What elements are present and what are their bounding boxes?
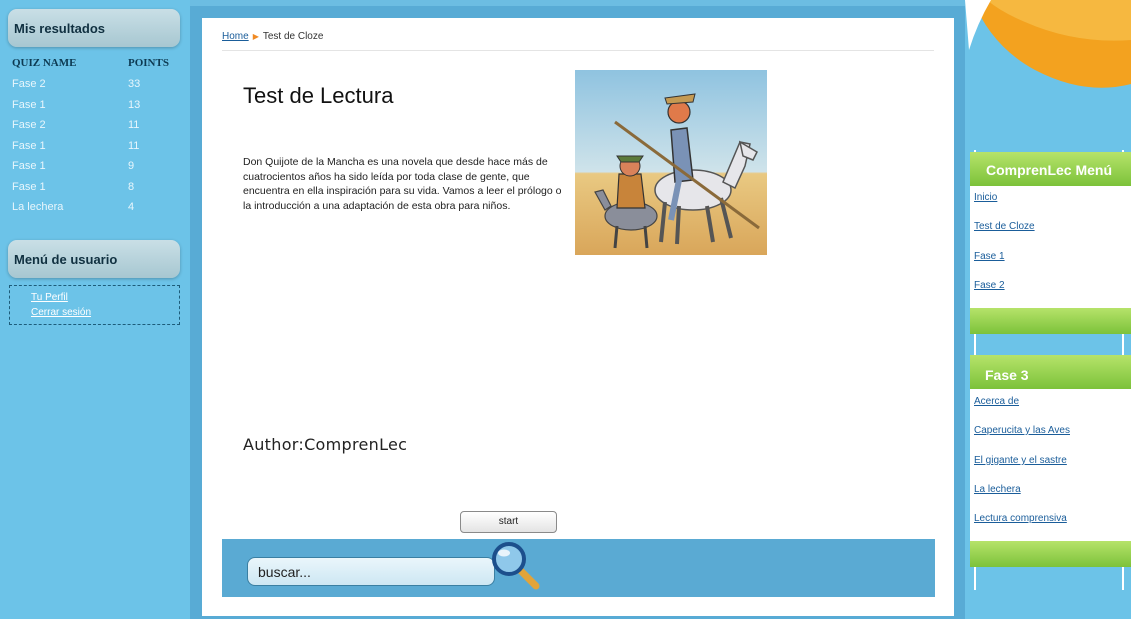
search-bar: buscar... [222, 539, 935, 597]
comprenlec-menu-title: ComprenLec Menú [970, 152, 1131, 186]
quiz-name-cell: Fase 1 [12, 180, 46, 193]
breadcrumb-divider [222, 50, 934, 51]
results-table: QUIZ NAME POINTS Fase 2 33 Fase 1 13 Fas… [12, 57, 177, 218]
breadcrumb: Home ▶ Test de Cloze [222, 31, 323, 42]
fase3-footer [970, 541, 1131, 567]
menu-item-acerca-de[interactable]: Acerca de [974, 396, 1019, 407]
table-row: Fase 1 9 [12, 156, 177, 177]
quiz-name-cell: La lechera [12, 201, 64, 214]
points-cell: 11 [128, 119, 140, 132]
points-header: POINTS [128, 57, 169, 69]
author-label: Author:ComprenLec [243, 435, 408, 454]
menu-item-lectura-comprensiva[interactable]: Lectura comprensiva [974, 513, 1067, 524]
table-row: Fase 2 33 [12, 74, 177, 95]
intro-text: Don Quijote de la Mancha es una novela q… [243, 156, 562, 212]
quiz-name-cell: Fase 2 [12, 78, 46, 91]
results-panel-title: Mis resultados [8, 9, 180, 47]
profile-link[interactable]: Tu Perfil [31, 290, 179, 305]
table-row: La lechera 4 [12, 197, 177, 218]
search-input[interactable]: buscar... [247, 557, 495, 586]
decorative-header-art [965, 0, 1131, 150]
quiz-name-header: QUIZ NAME [12, 57, 77, 69]
don-quijote-illustration [575, 70, 767, 255]
start-button[interactable]: start [460, 511, 557, 533]
user-menu-title: Menú de usuario [8, 240, 180, 278]
table-row: Fase 1 8 [12, 177, 177, 198]
quiz-name-cell: Fase 1 [12, 98, 46, 111]
search-icon[interactable] [490, 540, 542, 592]
quiz-name-cell: Fase 1 [12, 139, 46, 152]
breadcrumb-current: Test de Cloze [262, 31, 324, 42]
menu-item-inicio[interactable]: Inicio [974, 192, 997, 203]
quiz-name-cell: Fase 2 [12, 119, 46, 132]
menu-item-caperucita[interactable]: Caperucita y las Aves [974, 425, 1070, 436]
points-cell: 9 [128, 160, 135, 173]
comprenlec-menu-footer [970, 308, 1131, 334]
points-cell: 8 [128, 180, 135, 193]
table-row: Fase 2 11 [12, 115, 177, 136]
menu-item-test-de-cloze[interactable]: Test de Cloze [974, 221, 1035, 232]
menu-item-fase-1[interactable]: Fase 1 [974, 251, 1005, 262]
menu-item-el-gigante[interactable]: El gigante y el sastre [974, 455, 1067, 466]
table-row: Fase 1 13 [12, 95, 177, 116]
fase3-menu: Acerca de Caperucita y las Aves El gigan… [970, 389, 1131, 541]
breadcrumb-arrow-icon: ▶ [252, 32, 259, 41]
table-row: Fase 1 11 [12, 136, 177, 157]
user-menu: Tu Perfil Cerrar sesión [9, 285, 180, 325]
points-cell: 33 [128, 78, 141, 91]
right-sidebar: ComprenLec Menú Inicio Test de Cloze Fas… [965, 0, 1131, 619]
points-cell: 4 [128, 201, 135, 214]
points-cell: 11 [128, 139, 140, 152]
menu-item-la-lechera[interactable]: La lechera [974, 484, 1021, 495]
left-sidebar: Mis resultados QUIZ NAME POINTS Fase 2 3… [0, 0, 190, 619]
fase3-title: Fase 3 [970, 355, 1131, 389]
quiz-name-cell: Fase 1 [12, 160, 46, 173]
breadcrumb-home-link[interactable]: Home [222, 31, 249, 42]
results-header-row: QUIZ NAME POINTS [12, 57, 177, 74]
points-cell: 13 [128, 98, 141, 111]
menu-item-fase-2[interactable]: Fase 2 [974, 280, 1005, 291]
main-content: Home ▶ Test de Cloze Test de Lectura Don Q… [202, 18, 954, 616]
comprenlec-menu: Inicio Test de Cloze Fase 1 Fase 2 [970, 186, 1131, 308]
logout-link[interactable]: Cerrar sesión [31, 305, 179, 320]
page-title: Test de Lectura [243, 83, 394, 108]
